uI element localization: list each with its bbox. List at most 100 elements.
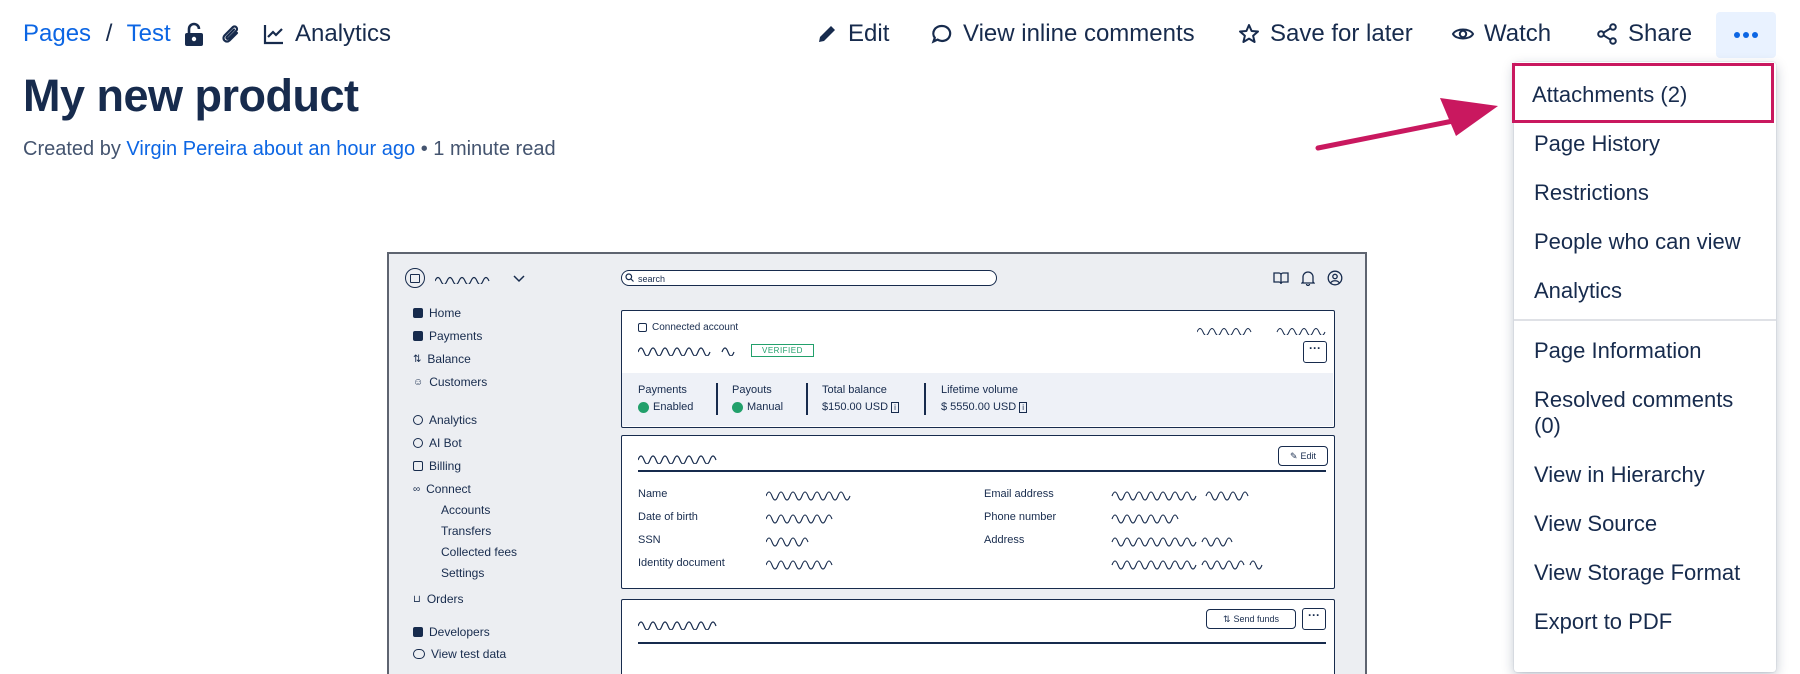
byline-prefix: Created by [23,138,121,160]
resolved-comments-count: (0) [1534,413,1561,438]
sketch-send-funds-button: ⇅ Send funds [1206,609,1296,629]
edit-button[interactable]: Edit [815,20,889,48]
view-inline-comments-label: View inline comments [963,20,1195,47]
unlock-icon[interactable] [183,22,205,53]
link-icon: ∞ [413,483,421,495]
search-icon [625,273,634,282]
watch-button[interactable]: Watch [1451,20,1551,48]
breadcrumb-test[interactable]: Test [127,20,171,47]
code-icon [413,627,423,637]
sketch-account-title: Connected account [652,322,739,333]
verified-badge: VERIFIED [751,344,814,357]
breadcrumb-separator: / [105,20,113,47]
pencil-icon [819,26,835,42]
chart-line-icon [263,25,283,45]
menu-item-view-storage-format[interactable]: View Storage Format [1534,560,1740,586]
analytics-button[interactable]: Analytics [262,20,391,48]
breadcrumb-pages[interactable]: Pages [23,20,91,47]
sketch-account-more-button: ··· [1303,341,1327,363]
sketch-nav-test-data: View test data [413,647,506,661]
menu-item-view-in-hierarchy[interactable]: View in Hierarchy [1534,462,1705,488]
menu-item-page-information[interactable]: Page Information [1534,338,1702,364]
menu-divider [1514,319,1776,321]
sketch-nav-label: Connect [426,482,471,496]
sketch-nav-label: Home [429,306,462,320]
sketch-search-placeholder: search [638,274,666,284]
analytics-icon [413,415,423,425]
analytics-label: Analytics [295,20,392,47]
edit-label: Edit [848,20,890,47]
scribble-icon [766,491,1263,570]
sketch-nav-transfers: Transfers [441,524,492,538]
attachment-icon[interactable] [220,23,242,52]
stat-value-text: $150.00 USD [822,401,889,413]
save-for-later-button[interactable]: Save for later [1237,20,1413,48]
stat-lifetime-volume-value: $ 5550.00 USD i [941,401,1028,413]
sketch-nav-ai-bot: AI Bot [413,436,462,450]
sketch-send-funds-label: Send funds [1233,614,1280,624]
check-circle-icon [732,401,743,413]
sketch-nav-billing: Billing [413,459,461,473]
arrows-updown-icon: ⇅ [413,353,422,365]
user-circle-icon [1327,270,1343,286]
store-icon [638,323,647,332]
stat-lifetime-volume-label: Lifetime volume [941,384,1019,396]
stat-total-balance-label: Total balance [822,384,887,396]
sketch-nav-label: Balance [427,352,471,366]
eye-icon [1451,28,1475,40]
menu-item-resolved-comments[interactable]: Resolved comments (0) [1534,387,1733,439]
sketch-nav-label: AI Bot [429,436,462,450]
sketch-nav-analytics: Analytics [413,413,477,427]
time-ago-link[interactable]: about an hour ago [253,138,415,160]
page-title: My new product [23,70,359,121]
menu-item-attachments[interactable]: Attachments (2) [1512,63,1774,123]
menu-item-analytics[interactable]: Analytics [1534,278,1622,304]
stat-payments-value: Enabled [638,401,693,413]
read-time: • 1 minute read [420,138,556,160]
toggle-icon [413,649,425,659]
menu-item-export-to-pdf[interactable]: Export to PDF [1534,609,1672,635]
sketch-nav-label: Customers [429,375,488,389]
cart-icon: ⊔ [413,593,421,605]
home-icon [413,308,423,318]
sketch-nav-label: Orders [426,592,464,606]
scribble-icon [638,621,717,630]
menu-item-view-source[interactable]: View Source [1534,511,1657,537]
more-actions-button[interactable] [1716,12,1776,58]
stat-payouts-value: Manual [732,401,783,413]
sketch-search-input: search [621,270,997,286]
menu-item-restrictions[interactable]: Restrictions [1534,180,1649,206]
sketch-nav-label: Payments [429,329,483,343]
share-label: Share [1628,20,1693,47]
sketch-nav-label: Developers [429,625,490,639]
stat-total-balance-value: $150.00 USD i [822,401,899,413]
field-dob: Date of birth [638,511,698,523]
wireframe-image: search Home Payments ⇅ Balance ☺ Customers… [387,252,1367,674]
attachments-label: Attachments (2) [1532,82,1688,107]
sketch-nav-label: Analytics [429,413,478,427]
view-inline-comments-button[interactable]: View inline comments [930,20,1195,48]
menu-item-people-who-can-view[interactable]: People who can view [1534,229,1741,255]
billing-icon [413,461,423,471]
sketch-funds-more-button: ··· [1302,608,1326,630]
payments-icon [413,331,423,341]
sketch-nav-label: Billing [429,459,462,473]
menu-item-page-history[interactable]: Page History [1534,131,1660,157]
bot-icon [413,438,423,448]
author-link[interactable]: Virgin Pereira [126,138,247,160]
stat-payments-label: Payments [638,384,687,396]
info-icon: i [1019,402,1028,413]
sketch-nav-collected-fees: Collected fees [441,545,518,559]
scribble-icon [638,347,735,356]
breadcrumb: Pages / Test [23,20,171,48]
sketch-nav-customers: ☺ Customers [413,375,487,389]
share-button[interactable]: Share [1595,20,1692,48]
stat-payouts-label: Payouts [732,384,772,396]
sketch-nav-balance: ⇅ Balance [413,352,471,366]
field-identity-document: Identity document [638,557,725,569]
sketch-sidebar: Home Payments ⇅ Balance ☺ Customers Analyt… [389,254,609,674]
sketch-nav-accounts: Accounts [441,503,491,517]
arrows-updown-icon: ⇅ [1222,613,1231,624]
comment-icon [931,24,952,44]
stat-value-text: $ 5550.00 USD [941,401,1017,413]
